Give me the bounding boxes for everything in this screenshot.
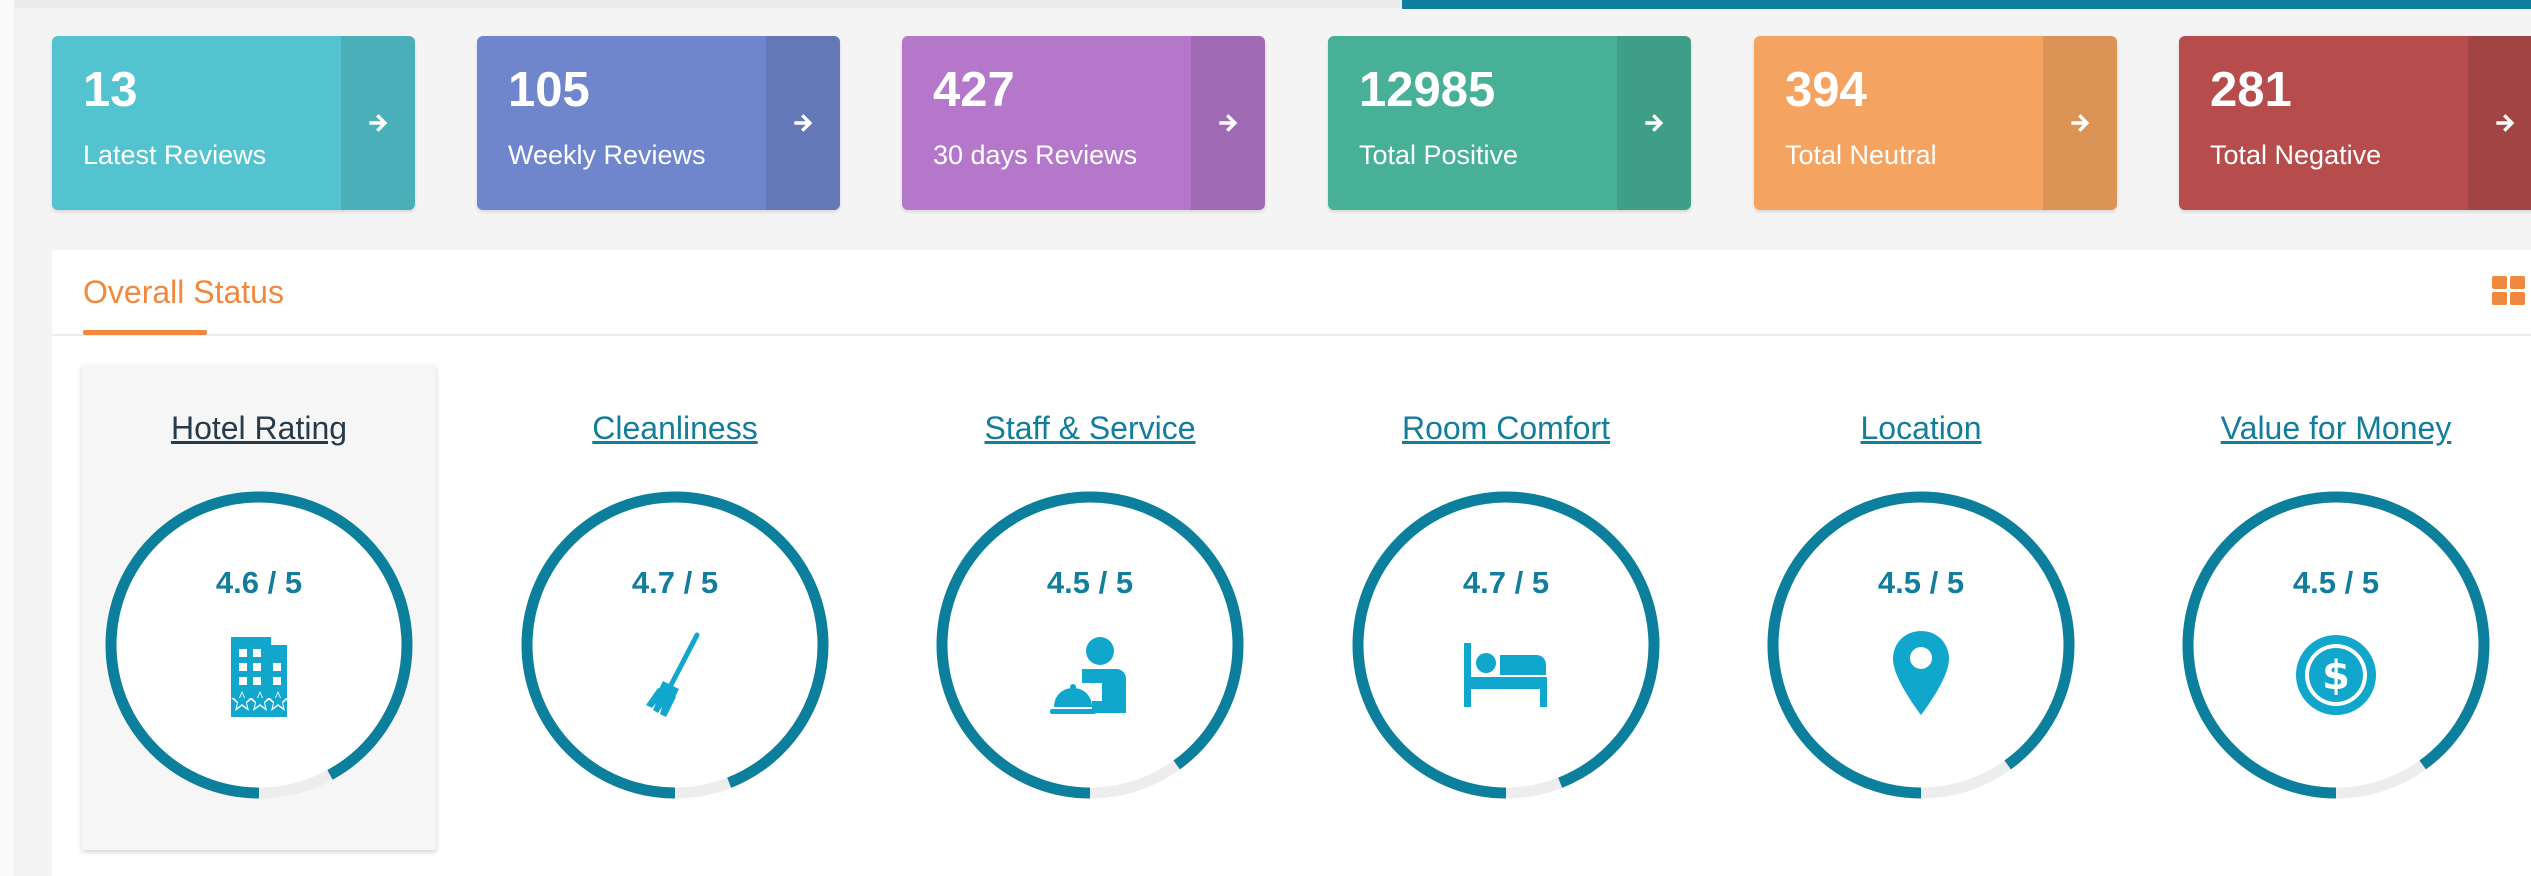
rating-card-cleanliness[interactable]: Cleanliness 4.7 / 5 xyxy=(498,365,852,850)
stat-value: 13 xyxy=(83,63,138,117)
stat-label: 30 days Reviews xyxy=(933,140,1138,170)
rating-score: 4.7 / 5 xyxy=(631,565,719,600)
stat-label: Weekly Reviews xyxy=(508,140,706,170)
panel-title: Overall Status xyxy=(83,274,284,310)
panel-title-underline xyxy=(83,330,207,335)
rating-title-link[interactable]: Value for Money xyxy=(2159,410,2513,447)
arrow-right-icon[interactable] xyxy=(1191,36,1265,210)
stat-box-total-negative[interactable]: 281 Total Negative xyxy=(2179,36,2531,210)
map-pin-icon xyxy=(1893,631,1949,715)
stat-value: 105 xyxy=(508,63,590,117)
top-accent-bar xyxy=(1402,0,2531,9)
arrow-right-icon[interactable] xyxy=(2468,36,2531,210)
concierge-icon xyxy=(1050,637,1126,714)
broom-icon xyxy=(646,632,700,717)
stat-box-total-positive[interactable]: 12985 Total Positive xyxy=(1328,36,1691,210)
rating-score: 4.5 / 5 xyxy=(1046,565,1134,600)
stat-label: Total Negative xyxy=(2210,140,2382,170)
arrow-right-icon[interactable] xyxy=(2043,36,2117,210)
stat-value: 281 xyxy=(2210,63,2292,117)
rating-title-link[interactable]: Hotel Rating xyxy=(82,410,436,447)
stat-value: 394 xyxy=(1785,63,1867,117)
rating-card-location[interactable]: Location 4.5 / 5 xyxy=(1744,365,2098,850)
grid-icon[interactable] xyxy=(2492,276,2526,306)
svg-text:$: $ xyxy=(2322,653,2350,699)
rating-score: 4.7 / 5 xyxy=(1462,565,1550,600)
rating-card-room-comfort[interactable]: Room Comfort 4.7 / 5 xyxy=(1329,365,1683,850)
stat-label: Latest Reviews xyxy=(83,140,267,170)
dollar-coin-icon: $ xyxy=(2296,635,2376,715)
stat-value: 427 xyxy=(933,63,1015,117)
stat-box-latest-reviews[interactable]: 13 Latest Reviews xyxy=(52,36,415,210)
rating-title-link[interactable]: Cleanliness xyxy=(498,410,852,447)
stat-box-weekly-reviews[interactable]: 105 Weekly Reviews xyxy=(477,36,840,210)
hotel-stars-icon xyxy=(231,637,289,717)
overall-status-panel: Overall Status Hotel Rating 4.6 / 5 Clea… xyxy=(52,250,2531,876)
panel-header: Overall Status xyxy=(52,250,2531,336)
bed-icon xyxy=(1464,643,1547,707)
top-bar xyxy=(14,0,1404,8)
rating-card-hotel[interactable]: Hotel Rating 4.6 / 5 xyxy=(82,365,436,850)
rating-card-staff-service[interactable]: Staff & Service 4.5 / 5 xyxy=(913,365,1267,850)
stat-label: Total Positive xyxy=(1359,140,1519,170)
rating-card-value-for-money[interactable]: Value for Money 4.5 / 5 $ xyxy=(2159,365,2513,850)
stat-box-30-days-reviews[interactable]: 427 30 days Reviews xyxy=(902,36,1265,210)
arrow-right-icon[interactable] xyxy=(766,36,840,210)
rating-title-link[interactable]: Room Comfort xyxy=(1329,410,1683,447)
rating-score: 4.6 / 5 xyxy=(215,565,303,600)
rating-score: 4.5 / 5 xyxy=(2292,565,2380,600)
rating-title-link[interactable]: Staff & Service xyxy=(913,410,1267,447)
arrow-right-icon[interactable] xyxy=(341,36,415,210)
page-left-edge xyxy=(0,0,15,876)
stat-label: Total Neutral xyxy=(1785,140,1937,170)
stat-value: 12985 xyxy=(1359,63,1496,117)
arrow-right-icon[interactable] xyxy=(1617,36,1691,210)
rating-score: 4.5 / 5 xyxy=(1877,565,1965,600)
stat-box-total-neutral[interactable]: 394 Total Neutral xyxy=(1754,36,2117,210)
rating-title-link[interactable]: Location xyxy=(1744,410,2098,447)
